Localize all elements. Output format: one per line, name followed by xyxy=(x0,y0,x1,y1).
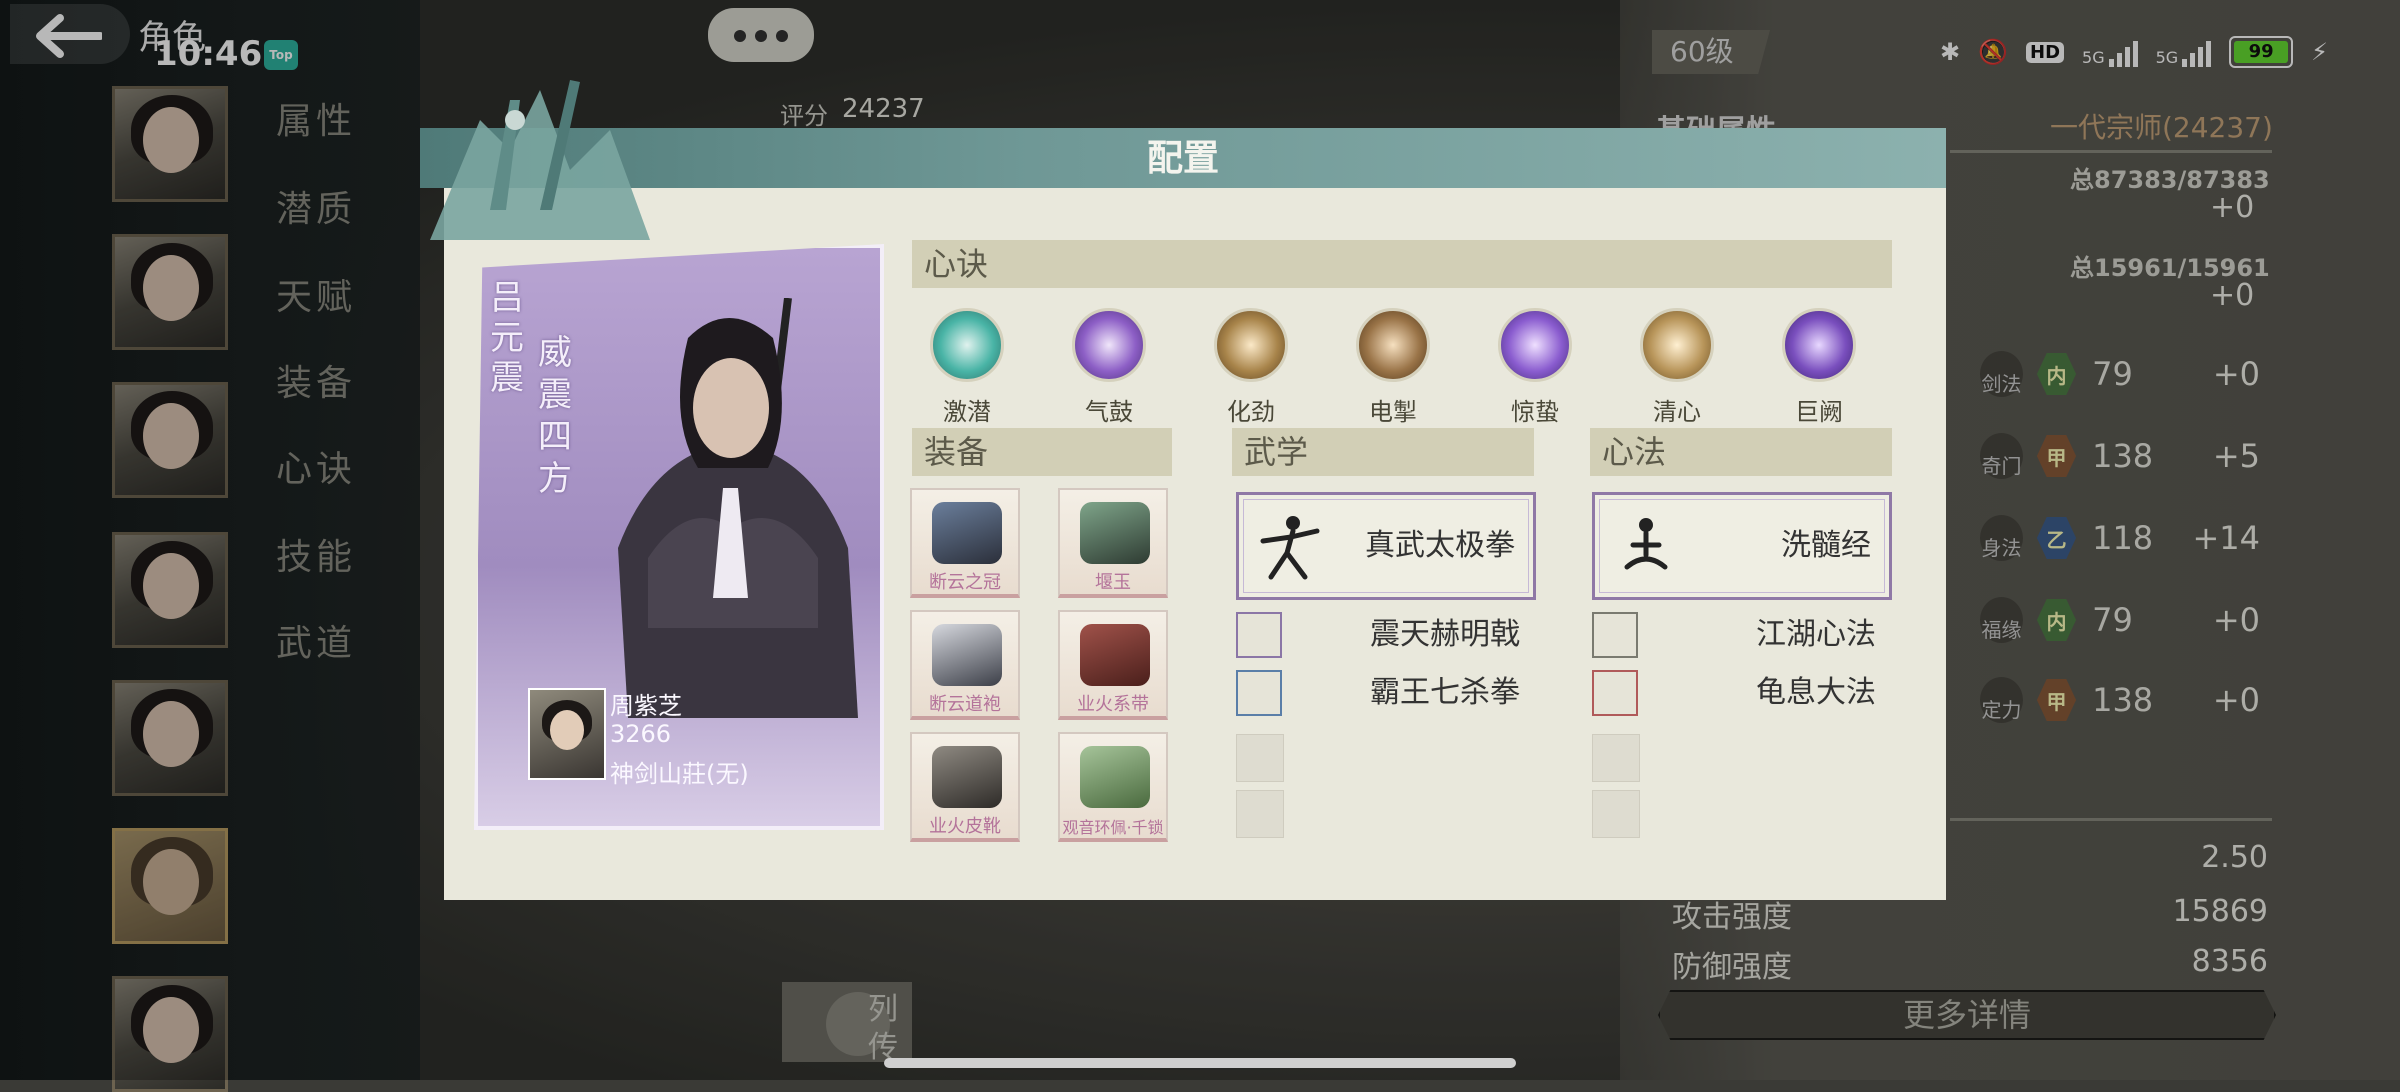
meditation-icon xyxy=(1624,518,1668,570)
lightning-icon xyxy=(1356,308,1430,382)
xinjue-skill[interactable]: 惊蛰 xyxy=(1490,308,1580,428)
xinjue-header: 心诀 xyxy=(912,240,1892,288)
equip-slot[interactable]: 堰玉 xyxy=(1058,488,1168,598)
equip-slot[interactable]: 断云道袍 xyxy=(910,610,1020,720)
wuxue-header: 武学 xyxy=(1232,428,1534,476)
xinjue-skill[interactable]: 激潜 xyxy=(922,308,1012,428)
home-indicator[interactable] xyxy=(884,1058,1516,1068)
halberd-icon xyxy=(1236,612,1282,658)
character-title: 威震四方 xyxy=(538,333,572,499)
empty-slot[interactable] xyxy=(1236,790,1284,838)
xinjue-skill[interactable]: 电掣 xyxy=(1348,308,1438,428)
wuxue-main-slot[interactable]: 真武太极拳 xyxy=(1236,492,1536,600)
flame-icon xyxy=(1498,308,1572,382)
sword-icon xyxy=(1782,308,1856,382)
equip-slot[interactable]: 断云之冠 xyxy=(910,488,1020,598)
meditation-small-icon xyxy=(1592,612,1638,658)
robe-icon xyxy=(932,624,1002,686)
xinjue-skill[interactable]: 气鼓 xyxy=(1064,308,1154,428)
helmet-icon xyxy=(932,502,1002,564)
equip-slot[interactable]: 业火皮靴 xyxy=(910,732,1020,842)
sword-ornament-icon xyxy=(430,80,650,240)
partner-avatar[interactable] xyxy=(528,688,606,780)
partner-value: 3266 xyxy=(610,720,672,748)
xinjue-skill[interactable]: 巨阙 xyxy=(1774,308,1864,428)
empty-slot[interactable] xyxy=(1592,790,1640,838)
belt-icon xyxy=(1080,624,1150,686)
pendant-icon xyxy=(1080,746,1150,808)
xinfa-sub-slot[interactable]: 龟息大法 xyxy=(1592,670,1892,718)
xinjue-skill[interactable]: 化劲 xyxy=(1206,308,1296,428)
xinfa-main-slot[interactable]: 洗髓经 xyxy=(1592,492,1892,600)
martial-pose-icon xyxy=(1260,516,1320,580)
empty-slot[interactable] xyxy=(1236,734,1284,782)
boots-icon xyxy=(932,746,1002,808)
fist-icon xyxy=(1236,670,1282,716)
partner-sect: 神剑山莊(无) xyxy=(610,760,749,788)
vortex-icon xyxy=(1072,308,1146,382)
character-name: 吕元震 xyxy=(490,278,524,398)
equip-slot[interactable]: 业火系带 xyxy=(1058,610,1168,720)
gauntlet-icon xyxy=(1080,502,1150,564)
equip-slot[interactable]: 观音环佩·千锁 xyxy=(1058,732,1168,842)
empty-slot[interactable] xyxy=(1592,734,1640,782)
cross-slash-icon xyxy=(1214,308,1288,382)
equipment-header: 装备 xyxy=(912,428,1172,476)
character-artwork xyxy=(618,298,858,718)
xinfa-header: 心法 xyxy=(1590,428,1892,476)
character-card[interactable]: 吕元震 威震四方 周紫芝 3266 神剑山莊(无) xyxy=(474,244,884,830)
wuxue-sub-slot[interactable]: 霸王七杀拳 xyxy=(1236,670,1536,718)
xinjue-skill[interactable]: 清心 xyxy=(1632,308,1722,428)
swirl-icon xyxy=(930,308,1004,382)
lotus-icon xyxy=(1640,308,1714,382)
wuxue-sub-slot[interactable]: 震天赫明戟 xyxy=(1236,612,1536,660)
partner-name: 周紫芝 xyxy=(610,692,682,720)
turtle-breath-icon xyxy=(1592,670,1638,716)
xinfa-sub-slot[interactable]: 江湖心法 xyxy=(1592,612,1892,660)
